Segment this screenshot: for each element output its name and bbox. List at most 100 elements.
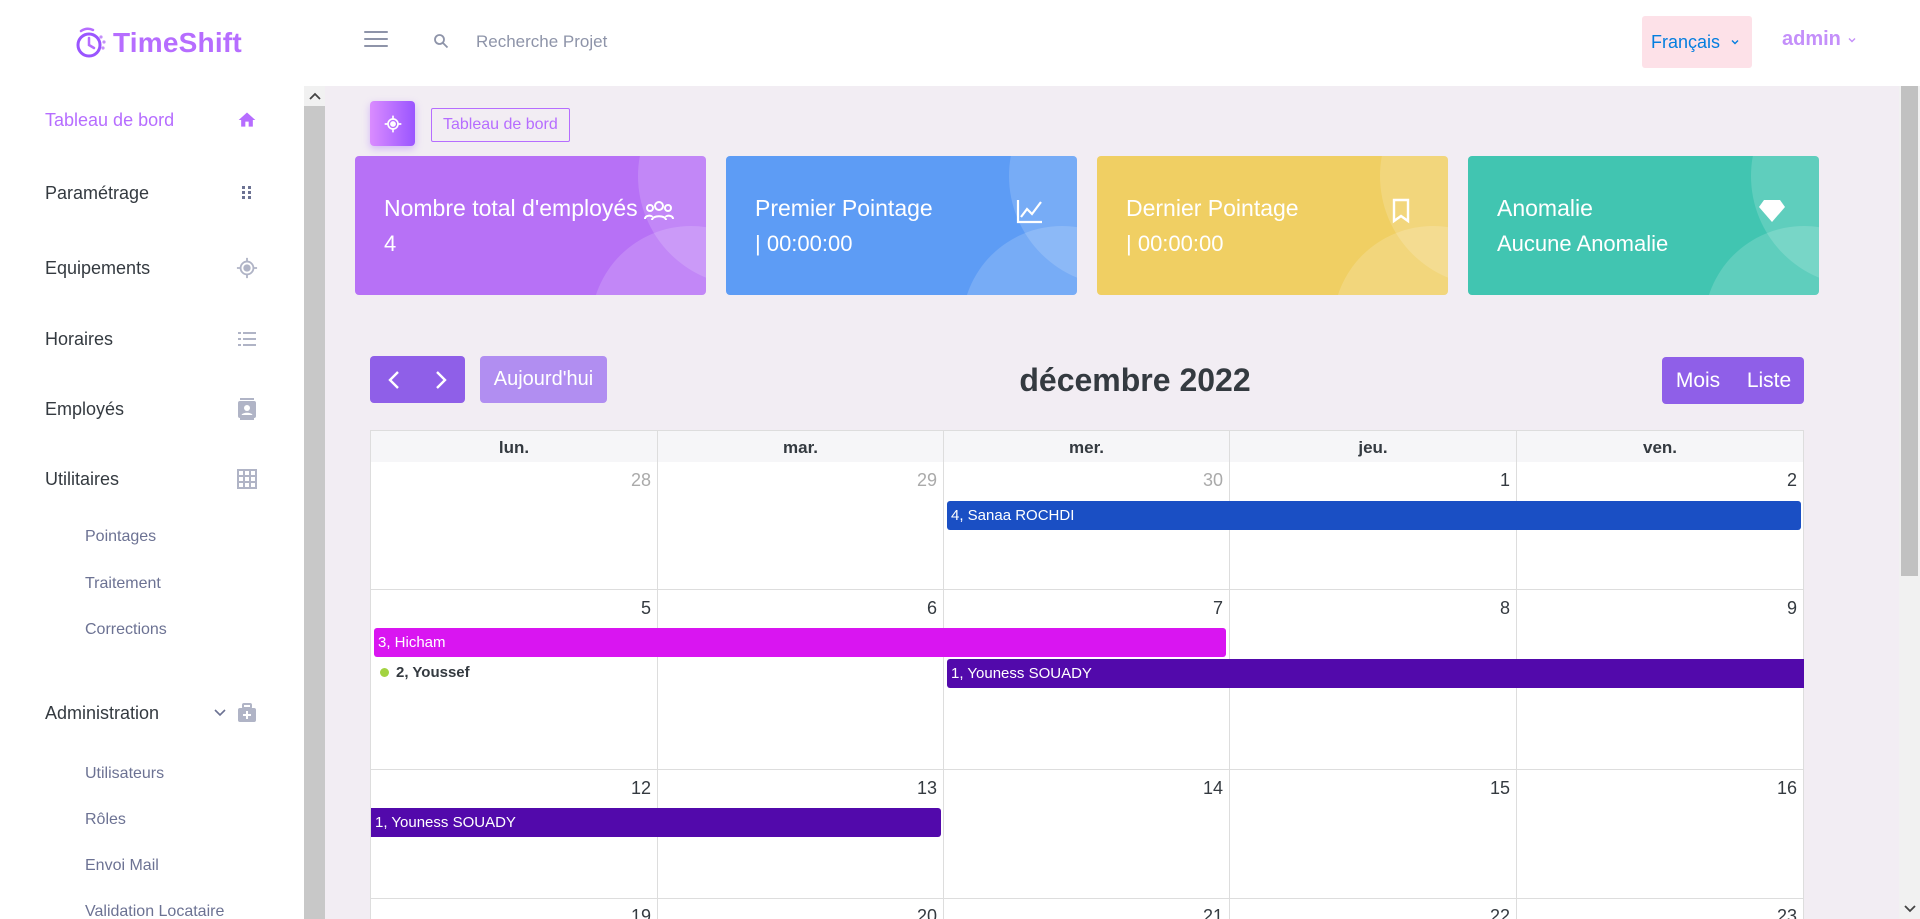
user-name: admin — [1782, 28, 1841, 50]
chevron-right-icon — [436, 370, 447, 389]
stat-card-dernier-pointage: Dernier Pointage | 00:00:00 — [1097, 156, 1448, 295]
calendar-event[interactable]: 4, Sanaa ROCHDI — [947, 501, 1801, 530]
card-value: 4 — [384, 231, 397, 256]
sidebar-subitem-validation-locataire[interactable]: Validation Locataire — [85, 903, 224, 919]
weekday-label: lun. — [371, 431, 658, 463]
calendar-event[interactable]: 2, Youssef — [380, 664, 470, 681]
card-title: Premier Pointage — [755, 195, 933, 221]
brand[interactable]: TimeShift — [0, 0, 304, 86]
chevron-down-icon — [1731, 40, 1739, 45]
day-number[interactable]: 20 — [897, 906, 937, 919]
sidebar-item-label: Utilitaires — [45, 468, 120, 489]
card-title: Nombre total d'employés — [384, 195, 638, 221]
crosshairs-gps-icon — [236, 257, 258, 279]
page-scrollbar[interactable] — [1899, 86, 1920, 919]
bookmark-outline-icon — [1386, 196, 1416, 226]
sidebar-item-utilitaires[interactable]: Utilitaires — [0, 459, 304, 499]
top-header: Français admin — [304, 0, 1920, 86]
day-number[interactable]: 16 — [1757, 778, 1797, 799]
sidebar-item-tableau-de-bord[interactable]: Tableau de bord — [0, 100, 304, 140]
sidebar-item-parametrage[interactable]: Paramétrage — [0, 173, 304, 213]
sidebar-subitem-envoi-mail[interactable]: Envoi Mail — [85, 857, 159, 875]
view-list-button[interactable]: Liste — [1734, 357, 1804, 404]
breadcrumb[interactable]: Tableau de bord — [431, 108, 570, 142]
calendar-event[interactable]: 3, Hicham — [374, 628, 1226, 657]
calendar-event[interactable]: 1, Youness SOUADY — [947, 659, 1804, 688]
day-number[interactable]: 15 — [1470, 778, 1510, 799]
sidebar-item-administration[interactable]: Administration — [0, 693, 304, 733]
event-dot-icon — [380, 668, 389, 677]
sidebar: TimeShift Tableau de bord Paramétrage Eq… — [0, 0, 304, 919]
timeshift-logo-icon — [76, 27, 106, 58]
day-number[interactable]: 14 — [1183, 778, 1223, 799]
sidebar-subitem-corrections[interactable]: Corrections — [85, 621, 167, 639]
language-dropdown[interactable]: Français — [1642, 16, 1752, 68]
day-number[interactable]: 5 — [611, 598, 651, 619]
day-number[interactable]: 7 — [1183, 598, 1223, 619]
home-icon — [236, 109, 258, 131]
day-number[interactable]: 29 — [897, 470, 937, 491]
sidebar-item-equipements[interactable]: Equipements — [0, 248, 304, 288]
day-number[interactable]: 21 — [1183, 906, 1223, 919]
day-number[interactable]: 22 — [1470, 906, 1510, 919]
calendar-event[interactable]: 1, Youness SOUADY — [371, 808, 941, 837]
stat-card-anomalie: Anomalie Aucune Anomalie — [1468, 156, 1819, 295]
search-input[interactable] — [476, 26, 776, 58]
scrollbar-thumb[interactable] — [1901, 86, 1918, 576]
sidebar-subitem-utilisateurs[interactable]: Utilisateurs — [85, 765, 164, 783]
day-number[interactable]: 13 — [897, 778, 937, 799]
day-number[interactable]: 23 — [1757, 906, 1797, 919]
card-title: Dernier Pointage — [1126, 195, 1299, 221]
sidebar-item-employes[interactable]: Employés — [0, 389, 304, 429]
apps-grid-icon — [236, 182, 258, 204]
weekday-label: ven. — [1517, 431, 1804, 463]
sidebar-subitem-traitement[interactable]: Traitement — [85, 575, 161, 593]
chevron-left-icon — [388, 370, 399, 389]
day-number[interactable]: 6 — [897, 598, 937, 619]
stat-card-employees: Nombre total d'employés 4 — [355, 156, 706, 295]
menu-toggle-icon[interactable] — [364, 31, 388, 51]
day-number[interactable]: 30 — [1183, 470, 1223, 491]
sidebar-scrollbar[interactable] — [304, 86, 325, 919]
diamond-icon — [1757, 196, 1787, 226]
day-number[interactable]: 2 — [1757, 470, 1797, 491]
sidebar-item-label: Horaires — [45, 328, 114, 349]
card-value: | 00:00:00 — [1126, 231, 1224, 256]
card-value: Aucune Anomalie — [1497, 231, 1669, 256]
weekday-label: mar. — [658, 431, 944, 463]
chevron-up-icon[interactable] — [304, 86, 325, 106]
calendar-prev-button[interactable] — [370, 356, 418, 403]
calendar-grid: lun. mar. mer. jeu. ven. 28 29 30 1 2 4,… — [370, 430, 1804, 919]
contacts-icon — [236, 398, 258, 420]
weekday-label: jeu. — [1230, 431, 1517, 463]
day-number[interactable]: 28 — [611, 470, 651, 491]
chart-line-icon — [1015, 196, 1045, 226]
page-title-icon — [370, 101, 415, 146]
sidebar-item-horaires[interactable]: Horaires — [0, 319, 304, 359]
sidebar-subitem-roles[interactable]: Rôles — [85, 811, 126, 829]
format-list-bulleted-icon — [236, 328, 258, 350]
account-group-icon — [644, 196, 674, 226]
calendar-next-button[interactable] — [418, 356, 466, 403]
sidebar-item-label: Administration — [45, 702, 160, 723]
chevron-down-icon — [1848, 37, 1856, 42]
sidebar-subitem-pointages[interactable]: Pointages — [85, 528, 156, 546]
day-number[interactable]: 1 — [1470, 470, 1510, 491]
day-number[interactable]: 19 — [611, 906, 651, 919]
day-number[interactable]: 12 — [611, 778, 651, 799]
calendar-view-switch: Mois Liste — [1662, 357, 1804, 404]
chevron-down-icon — [214, 709, 226, 717]
user-dropdown[interactable]: admin — [1782, 28, 1857, 51]
day-number[interactable]: 8 — [1470, 598, 1510, 619]
stat-card-premier-pointage: Premier Pointage | 00:00:00 — [726, 156, 1077, 295]
chevron-down-icon[interactable] — [1899, 899, 1920, 919]
sidebar-item-label: Tableau de bord — [45, 109, 175, 130]
search-icon — [434, 34, 449, 49]
day-number[interactable]: 9 — [1757, 598, 1797, 619]
event-label: 2, Youssef — [396, 664, 470, 681]
view-month-button[interactable]: Mois — [1662, 357, 1734, 404]
brand-name: TimeShift — [113, 27, 242, 58]
calendar-today-button[interactable]: Aujourd'hui — [480, 356, 607, 403]
table-large-icon — [236, 468, 258, 490]
calendar-title: décembre 2022 — [1019, 362, 1251, 398]
